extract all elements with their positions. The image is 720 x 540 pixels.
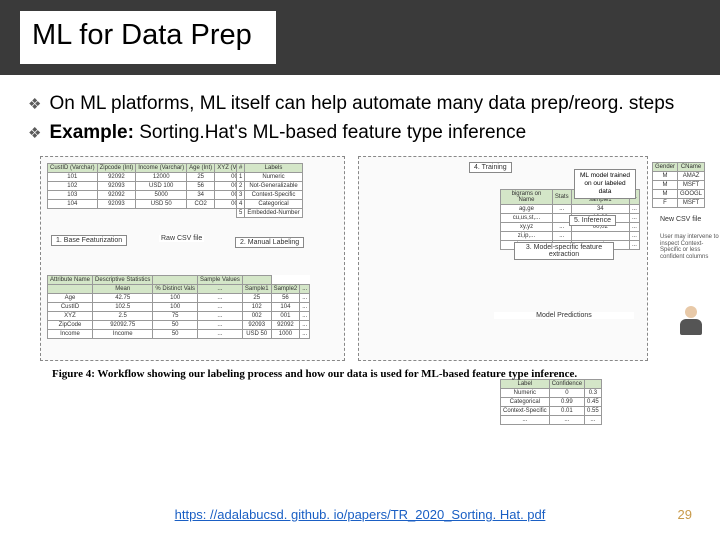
bullet-2-text: Example: Sorting.Hat's ML-based feature … <box>49 120 526 147</box>
bullet-1-text: On ML platforms, ML itself can help auto… <box>49 91 674 118</box>
page-number: 29 <box>678 507 692 522</box>
new-csv-label: New CSV file <box>658 216 703 223</box>
left-panel: CustID (Varchar)Zipcode (Int)Income (Var… <box>40 156 345 361</box>
workflow-diagram: CustID (Varchar)Zipcode (Int)Income (Var… <box>40 156 680 391</box>
predictions-table: LabelConfidenceNumeric00.3Categorical0.9… <box>500 379 602 425</box>
diamond-icon: ❖ <box>28 94 41 118</box>
labels-table: #Labels1Numeric2Not-Generalizable3Contex… <box>236 163 303 218</box>
diamond-icon: ❖ <box>28 123 41 147</box>
user-avatar-icon <box>677 306 705 338</box>
raw-csv-label: Raw CSV file <box>159 235 204 242</box>
slide-footer: https: //adalabucsd. github. io/papers/T… <box>0 507 720 522</box>
slide-content: ❖ On ML platforms, ML itself can help au… <box>0 75 720 407</box>
new-csv-table: GenderCNameMAMAZMMSFTMGOOGLFMSFT <box>652 162 705 208</box>
base-featurization-label: 1. Base Featurization <box>51 235 127 246</box>
manual-labeling-label: 2. Manual Labeling <box>235 237 304 248</box>
bullet-2-label: Example: <box>49 122 133 143</box>
raw-csv-table: CustID (Varchar)Zipcode (Int)Income (Var… <box>47 163 258 209</box>
model-predictions-label: Model Predictions <box>494 312 634 319</box>
feature-extraction-label: 3. Model-specific feature extraction <box>514 242 614 260</box>
reference-link[interactable]: https: //adalabucsd. github. io/papers/T… <box>175 507 546 522</box>
slide-header: ML for Data Prep <box>0 0 720 75</box>
user-note: User may intervene to inspect Context-Sp… <box>660 234 720 260</box>
ml-model-box: ML model trained on our labeled data <box>574 169 636 198</box>
slide-title: ML for Data Prep <box>32 19 252 52</box>
title-box: ML for Data Prep <box>20 11 276 64</box>
featurized-table: Attribute NameDescriptive StatisticsSamp… <box>47 275 310 339</box>
inference-label: 5. Inference <box>569 215 616 226</box>
bullet-1: ❖ On ML platforms, ML itself can help au… <box>28 91 692 118</box>
bullet-2: ❖ Example: Sorting.Hat's ML-based featur… <box>28 120 692 147</box>
right-panel: 4. Training bigrams on NameStatsbigrams … <box>358 156 648 361</box>
figure-caption: Figure 4: Workflow showing our labeling … <box>52 368 577 380</box>
bullet-2-rest: Sorting.Hat's ML-based feature type infe… <box>134 122 526 143</box>
side-column: GenderCNameMAMAZMMSFTMGOOGLFMSFT New CSV… <box>652 156 720 361</box>
